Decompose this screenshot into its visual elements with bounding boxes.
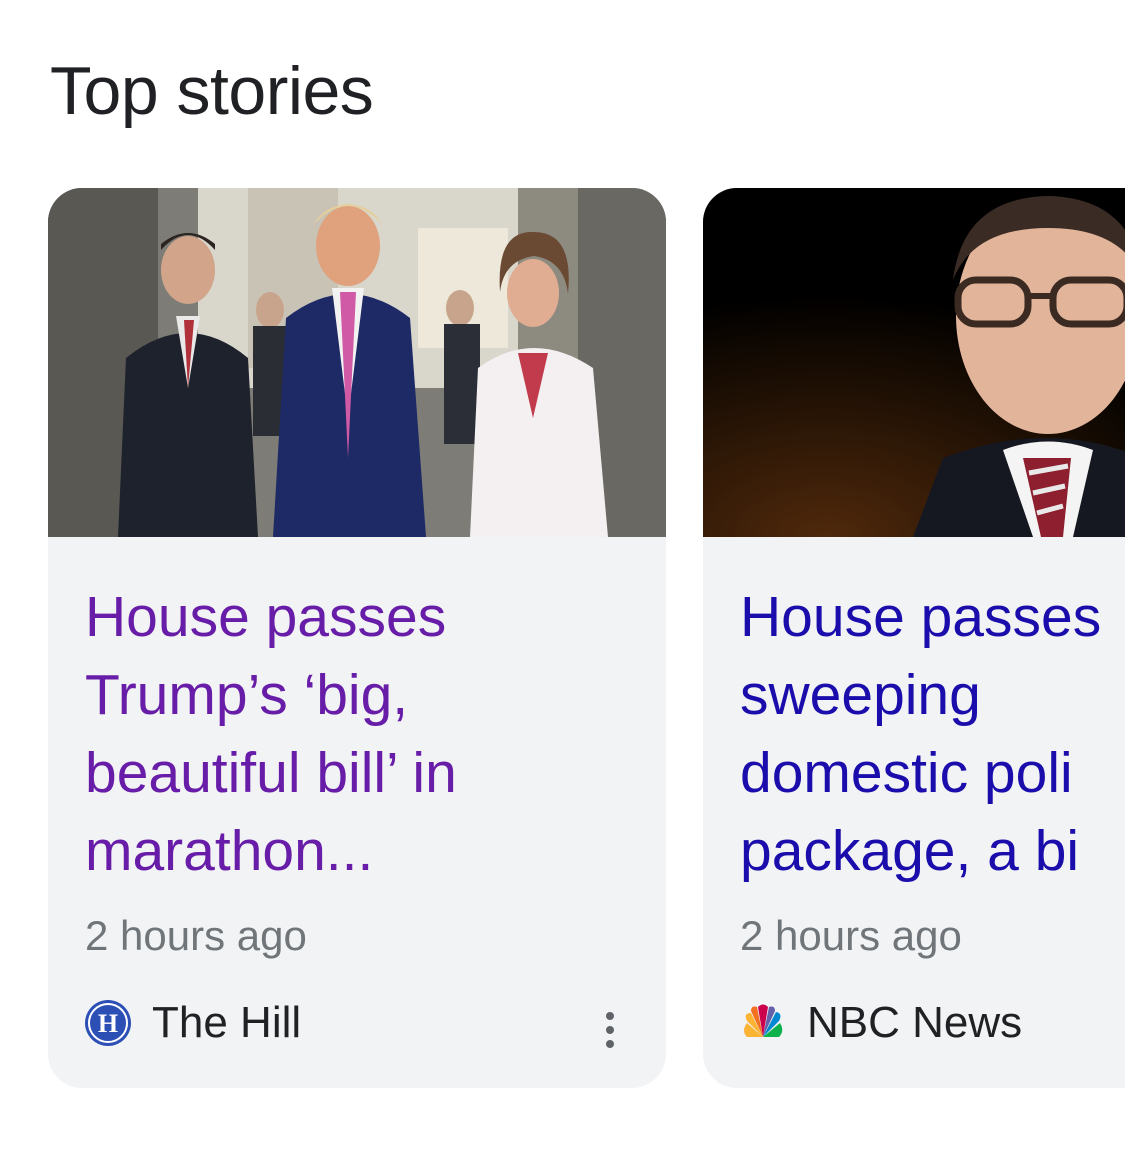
more-vert-icon: [606, 1012, 614, 1020]
story-headline[interactable]: House passes sweeping domestic poli pack…: [740, 578, 1125, 890]
story-source: H The Hill: [84, 998, 301, 1048]
more-vert-icon-dot: [606, 1040, 614, 1048]
story-card[interactable]: House passes sweeping domestic poli pack…: [703, 188, 1125, 1088]
story-card[interactable]: House passes Trump’s ‘big, beautiful bil…: [48, 188, 666, 1088]
story-thumbnail[interactable]: [703, 188, 1125, 537]
more-vert-icon-dot: [606, 1026, 614, 1034]
the-hill-logo-icon: H: [84, 999, 132, 1047]
the-hill-logo-letter: H: [98, 1009, 118, 1038]
source-name: NBC News: [807, 998, 1023, 1047]
source-name: The Hill: [152, 998, 302, 1047]
story-source: NBC News: [739, 998, 1022, 1048]
story-thumbnail[interactable]: [48, 188, 666, 537]
story-headline[interactable]: House passes Trump’s ‘big, beautiful bil…: [85, 578, 645, 890]
nbc-peacock-logo-icon: [739, 999, 787, 1047]
story-timestamp: 2 hours ago: [85, 912, 307, 959]
more-options-button[interactable]: [590, 998, 630, 1062]
section-title: Top stories: [50, 53, 374, 129]
top-stories-carousel[interactable]: House passes Trump’s ‘big, beautiful bil…: [0, 188, 1125, 1088]
story-timestamp: 2 hours ago: [740, 912, 962, 959]
